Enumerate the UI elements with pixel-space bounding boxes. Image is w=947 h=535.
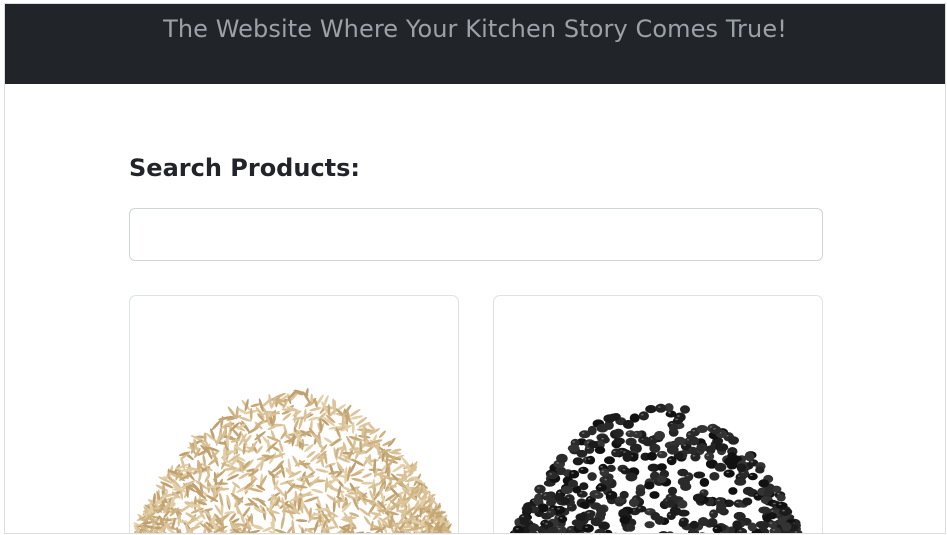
search-heading: Search Products: — [129, 154, 361, 182]
rice-grains-image — [131, 387, 455, 533]
search-input[interactable] — [129, 208, 823, 261]
page-frame: The Website Where Your Kitchen Story Com… — [4, 3, 946, 534]
product-card[interactable] — [129, 295, 459, 533]
site-tagline: The Website Where Your Kitchen Story Com… — [163, 15, 787, 43]
black-lentils-image — [509, 403, 803, 533]
site-header: The Website Where Your Kitchen Story Com… — [5, 4, 945, 84]
product-card[interactable] — [493, 295, 823, 533]
